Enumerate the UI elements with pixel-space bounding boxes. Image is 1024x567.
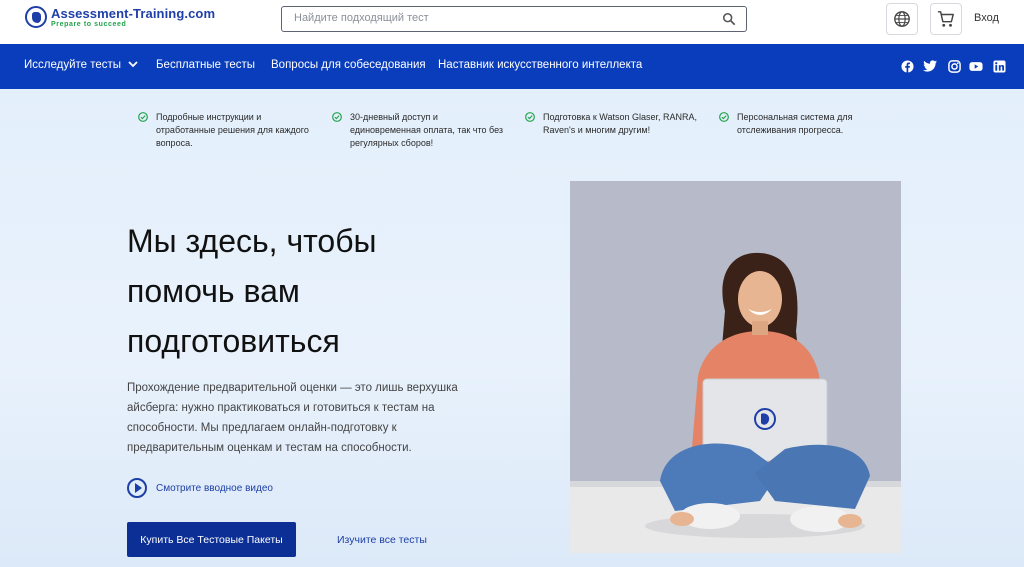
top-header: Assessment-Training.com Prepare to succe… — [0, 0, 1024, 44]
instagram-icon[interactable] — [947, 59, 961, 73]
login-link[interactable]: Вход — [974, 12, 999, 24]
feature-item: Подробные инструкции и отработанные реше… — [138, 111, 316, 150]
check-circle-icon — [719, 112, 729, 122]
hero-headline: Мы здесь, чтобы помочь вам подготовиться — [127, 223, 377, 359]
facebook-icon[interactable] — [900, 59, 914, 73]
hero-description: Прохождение предварительной оценки — это… — [127, 382, 458, 454]
intro-video-label: Смотрите вводное видео — [156, 482, 273, 494]
language-button[interactable] — [886, 3, 918, 35]
feature-text: 30-дневный доступ и единовременная оплат… — [350, 112, 503, 148]
check-circle-icon — [138, 112, 148, 122]
search-box — [281, 6, 747, 32]
nav-ai-tutor[interactable]: Наставник искусственного интеллекта — [438, 59, 642, 71]
check-circle-icon — [332, 112, 342, 122]
buy-all-packages-button[interactable]: Купить Все Тестовые Пакеты — [127, 522, 296, 557]
search-icon[interactable] — [722, 12, 736, 26]
feature-text: Персональная система для отслеживания пр… — [737, 112, 853, 135]
feature-text: Подробные инструкции и отработанные реше… — [156, 112, 309, 148]
nav-interview-questions[interactable]: Вопросы для собеседования — [271, 59, 426, 71]
main-nav: Исследуйте тесты Бесплатные тесты Вопрос… — [0, 44, 1024, 89]
feature-text: Подготовка к Watson Glaser, RANRA, Raven… — [543, 112, 698, 135]
cart-icon — [937, 11, 954, 27]
nav-item-label: Исследуйте тесты — [24, 59, 122, 71]
twitter-icon[interactable] — [923, 59, 937, 73]
check-circle-icon — [525, 112, 535, 122]
globe-icon — [894, 11, 910, 27]
explore-all-tests-link[interactable]: Изучите все тесты — [337, 534, 427, 546]
logo-name: Assessment-Training.com — [51, 5, 216, 21]
play-icon — [127, 478, 147, 498]
cart-button[interactable] — [930, 3, 962, 35]
feature-item: Персональная система для отслеживания пр… — [719, 111, 897, 137]
nav-explore-tests[interactable]: Исследуйте тесты — [24, 59, 138, 71]
hero-section: Подробные инструкции и отработанные реше… — [0, 89, 1024, 567]
logo-mark-icon — [25, 6, 47, 28]
logo-tagline: Prepare to succeed — [51, 20, 127, 28]
nav-free-tests[interactable]: Бесплатные тесты — [156, 59, 255, 71]
youtube-icon[interactable] — [969, 59, 983, 73]
chevron-down-icon — [128, 61, 138, 68]
intro-video-link[interactable]: Смотрите вводное видео — [127, 478, 273, 498]
feature-item: 30-дневный доступ и единовременная оплат… — [332, 111, 510, 150]
hero-photo — [570, 181, 901, 553]
site-logo[interactable]: Assessment-Training.com Prepare to succe… — [25, 6, 215, 28]
linkedin-icon[interactable] — [992, 59, 1006, 73]
search-input[interactable] — [294, 7, 714, 29]
feature-item: Подготовка к Watson Glaser, RANRA, Raven… — [525, 111, 703, 137]
